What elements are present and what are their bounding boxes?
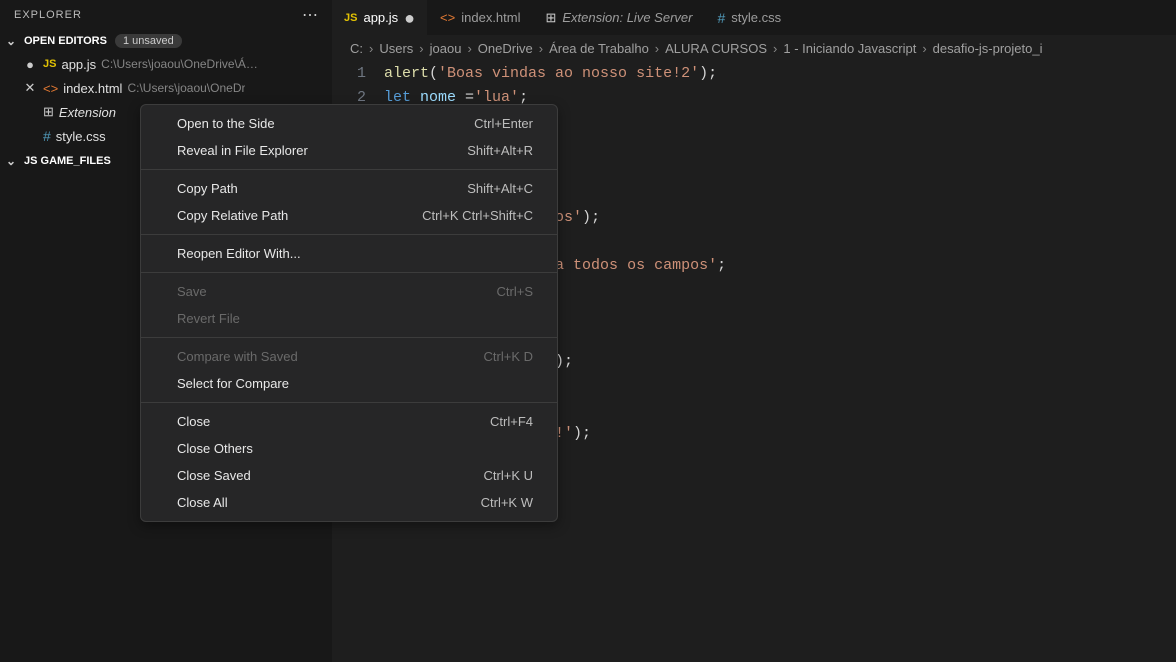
- menu-item-label: Revert File: [177, 311, 240, 326]
- more-actions-icon[interactable]: ⋯: [302, 5, 318, 25]
- breadcrumb-item[interactable]: joaou: [430, 41, 462, 56]
- menu-item[interactable]: Reopen Editor With...: [141, 240, 557, 267]
- menu-item-label: Copy Path: [177, 181, 238, 196]
- menu-item-label: Open to the Side: [177, 116, 275, 131]
- tab-label: app.js: [363, 10, 398, 25]
- breadcrumb-item[interactable]: Users: [379, 41, 413, 56]
- menu-item-label: Close Others: [177, 441, 253, 456]
- breadcrumb-separator-icon: ›: [467, 41, 471, 56]
- editor-tab[interactable]: ⊞ Extension: Live Server: [533, 0, 705, 35]
- menu-item[interactable]: Select for Compare: [141, 370, 557, 397]
- editor-tab[interactable]: JS app.js ●: [332, 0, 428, 35]
- menu-item[interactable]: Close Others: [141, 435, 557, 462]
- chevron-down-icon: ⌄: [6, 154, 20, 168]
- menu-item-shortcut: Shift+Alt+C: [467, 181, 533, 196]
- breadcrumb-item[interactable]: OneDrive: [478, 41, 533, 56]
- menu-separator: [141, 402, 557, 403]
- file-path: C:\Users\joaou\OneDrive\Á…: [101, 57, 258, 71]
- file-type-icon: JS: [344, 12, 357, 24]
- file-type-icon: ⊞: [545, 10, 556, 26]
- menu-item[interactable]: Copy Path Shift+Alt+C: [141, 175, 557, 202]
- menu-item-shortcut: Ctrl+K U: [484, 468, 533, 483]
- file-name: Extension: [59, 105, 116, 120]
- open-editor-item[interactable]: ✕ <> index.html C:\Users\joaou\OneDr: [0, 76, 332, 100]
- menu-item-label: Close Saved: [177, 468, 251, 483]
- file-name: index.html: [63, 81, 122, 96]
- breadcrumb-item[interactable]: desafio-js-projeto_i: [933, 41, 1043, 56]
- open-editors-label: OPEN EDITORS: [24, 35, 107, 47]
- menu-item-label: Compare with Saved: [177, 349, 298, 364]
- menu-item[interactable]: Close Saved Ctrl+K U: [141, 462, 557, 489]
- chevron-down-icon: ⌄: [6, 34, 20, 48]
- unsaved-badge: 1 unsaved: [115, 34, 182, 48]
- file-name: app.js: [61, 57, 96, 72]
- menu-item-shortcut: Ctrl+Enter: [474, 116, 533, 131]
- tab-label: style.css: [731, 10, 781, 25]
- breadcrumb-separator-icon: ›: [922, 41, 926, 56]
- file-path: C:\Users\joaou\OneDr: [127, 81, 245, 95]
- breadcrumb-item[interactable]: Área de Trabalho: [549, 41, 649, 56]
- file-type-icon: JS: [43, 58, 56, 70]
- dirty-indicator-icon: ●: [404, 13, 415, 23]
- dirty-indicator-icon[interactable]: ●: [22, 57, 38, 72]
- menu-item[interactable]: Reveal in File Explorer Shift+Alt+R: [141, 137, 557, 164]
- menu-item-shortcut: Shift+Alt+R: [467, 143, 533, 158]
- menu-item-label: Reveal in File Explorer: [177, 143, 308, 158]
- breadcrumb-separator-icon: ›: [369, 41, 373, 56]
- menu-item-label: Reopen Editor With...: [177, 246, 301, 261]
- file-type-icon: #: [43, 128, 51, 144]
- context-menu[interactable]: Open to the Side Ctrl+Enter Reveal in File…: [140, 104, 558, 522]
- menu-item-label: Select for Compare: [177, 376, 289, 391]
- menu-separator: [141, 272, 557, 273]
- menu-separator: [141, 169, 557, 170]
- file-type-icon: ⊞: [43, 104, 54, 120]
- editor-tab[interactable]: # style.css: [705, 0, 794, 35]
- file-name: style.css: [56, 129, 106, 144]
- file-type-icon: #: [717, 10, 725, 26]
- breadcrumb-item[interactable]: 1 - Iniciando Javascript: [783, 41, 916, 56]
- menu-item: Compare with Saved Ctrl+K D: [141, 343, 557, 370]
- folder-label: JS GAME_FILES: [24, 155, 111, 167]
- menu-item[interactable]: Close All Ctrl+K W: [141, 489, 557, 516]
- menu-item-label: Save: [177, 284, 207, 299]
- breadcrumb-separator-icon: ›: [419, 41, 423, 56]
- tab-label: index.html: [461, 10, 520, 25]
- menu-item: Save Ctrl+S: [141, 278, 557, 305]
- menu-separator: [141, 337, 557, 338]
- tab-bar: JS app.js ● <> index.html ⊞ Extension: Live Se…: [332, 0, 1176, 35]
- tab-label: Extension: Live Server: [562, 10, 692, 25]
- menu-item-label: Close All: [177, 495, 228, 510]
- breadcrumb-separator-icon: ›: [773, 41, 777, 56]
- breadcrumb-item[interactable]: C:: [350, 41, 363, 56]
- editor-tab[interactable]: <> index.html: [428, 0, 533, 35]
- menu-item[interactable]: Copy Relative Path Ctrl+K Ctrl+Shift+C: [141, 202, 557, 229]
- menu-item[interactable]: Open to the Side Ctrl+Enter: [141, 110, 557, 137]
- menu-item[interactable]: Close Ctrl+F4: [141, 408, 557, 435]
- open-editor-item[interactable]: ● JS app.js C:\Users\joaou\OneDrive\Á…: [0, 52, 332, 76]
- menu-item-shortcut: Ctrl+F4: [490, 414, 533, 429]
- menu-item-label: Close: [177, 414, 210, 429]
- breadcrumb-item[interactable]: ALURA CURSOS: [665, 41, 767, 56]
- file-type-icon: <>: [440, 10, 455, 25]
- breadcrumb-separator-icon: ›: [539, 41, 543, 56]
- menu-item-shortcut: Ctrl+K Ctrl+Shift+C: [422, 208, 533, 223]
- menu-item: Revert File: [141, 305, 557, 332]
- breadcrumb-separator-icon: ›: [655, 41, 659, 56]
- file-type-icon: <>: [43, 81, 58, 96]
- explorer-title: EXPLORER: [14, 9, 82, 21]
- close-icon[interactable]: ✕: [22, 80, 38, 96]
- open-editors-header[interactable]: ⌄ OPEN EDITORS 1 unsaved: [0, 30, 332, 52]
- menu-item-shortcut: Ctrl+K D: [484, 349, 533, 364]
- menu-item-shortcut: Ctrl+K W: [481, 495, 533, 510]
- menu-item-shortcut: Ctrl+S: [497, 284, 533, 299]
- menu-separator: [141, 234, 557, 235]
- breadcrumb[interactable]: C: › Users › joaou › OneDrive › Área de Trabalho…: [332, 35, 1176, 62]
- menu-item-label: Copy Relative Path: [177, 208, 288, 223]
